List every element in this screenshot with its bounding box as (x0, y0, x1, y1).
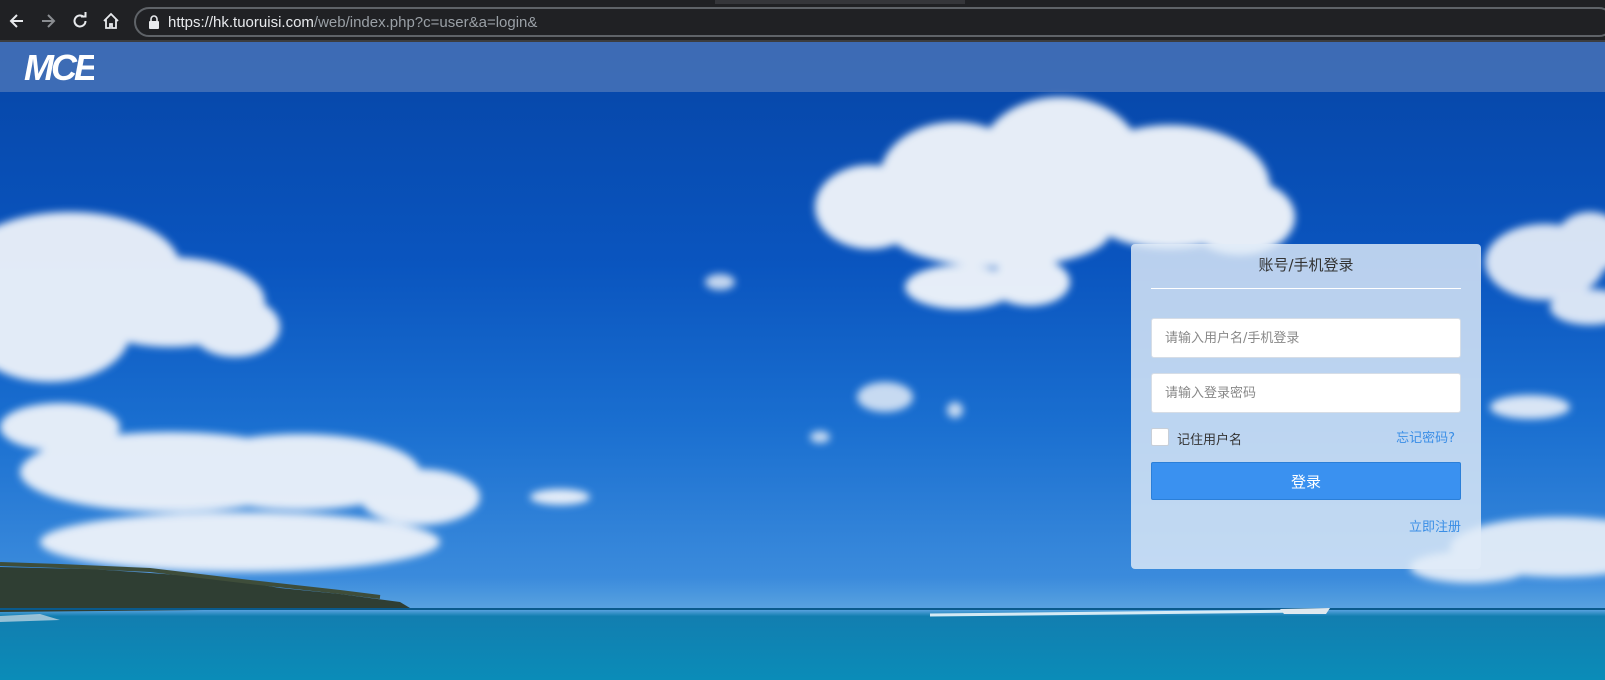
login-button[interactable]: 登录 (1151, 462, 1461, 500)
remember-checkbox[interactable] (1151, 428, 1169, 446)
url-host: hk.tuoruisi.com (213, 14, 314, 31)
reload-button[interactable] (69, 10, 91, 32)
username-input[interactable] (1151, 318, 1461, 358)
home-icon (103, 12, 119, 29)
login-panel: 账号/手机登录 记住用户名 忘记密码? 登录 立即注册 (1131, 244, 1481, 569)
password-input[interactable] (1151, 373, 1461, 413)
forgot-password-link[interactable]: 忘记密码? (1396, 427, 1455, 446)
forward-button[interactable] (37, 10, 59, 32)
active-tab-indicator (715, 0, 965, 4)
browser-toolbar: https://hk.tuoruisi.com/web/index.php?c=… (0, 0, 1605, 42)
svg-text:MCE: MCE (24, 48, 94, 86)
reload-icon (73, 12, 87, 28)
home-button[interactable] (100, 10, 122, 32)
title-divider (1151, 288, 1461, 289)
site-header: MCE (0, 42, 1605, 92)
register-link[interactable]: 立即注册 (1409, 516, 1461, 535)
login-title: 账号/手机登录 (1258, 256, 1354, 274)
site-logo[interactable]: MCE (24, 48, 94, 86)
address-bar[interactable]: https://hk.tuoruisi.com/web/index.php?c=… (134, 7, 1605, 37)
login-page: MCE 账号/手机登录 记住用户名 忘记密码? 登录 立即注册 (0, 42, 1605, 680)
remember-label: 记住用户名 (1177, 433, 1243, 448)
arrow-right-icon (42, 14, 56, 28)
url-text: https://hk.tuoruisi.com/web/index.php?c=… (168, 14, 537, 31)
back-button[interactable] (6, 10, 28, 32)
url-path: /web/index.php?c=user&a=login& (313, 14, 538, 31)
url-scheme: https:// (168, 14, 214, 31)
lock-icon (149, 15, 159, 29)
arrow-left-icon (9, 14, 23, 28)
